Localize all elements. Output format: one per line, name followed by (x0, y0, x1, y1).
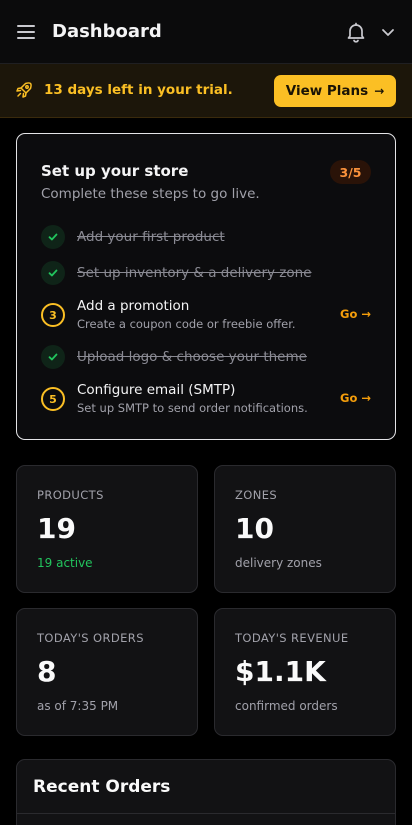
stat-note: confirmed orders (235, 699, 338, 713)
step-title: Add a promotion (77, 298, 190, 314)
check-icon (41, 225, 65, 249)
step-description: Create a coupon code or freebie offer. (77, 317, 296, 331)
stat-card-todays-orders[interactable]: TODAY'S ORDERS 8 as of 7:35 PM (16, 608, 198, 736)
setup-step[interactable]: Set up inventory & a delivery zone (41, 261, 377, 285)
recent-orders-title: Recent Orders (33, 777, 171, 797)
check-icon (41, 261, 65, 285)
chevron-down-icon[interactable] (378, 22, 398, 42)
progress-badge: 3/5 (330, 160, 371, 184)
stat-value: 8 (37, 655, 57, 688)
stat-card-zones[interactable]: ZONES 10 delivery zones (214, 465, 396, 593)
view-plans-button[interactable]: View Plans → (274, 75, 396, 107)
setup-step[interactable]: Add your first product (41, 225, 377, 249)
step-title: Upload logo & choose your theme (77, 349, 307, 365)
recent-orders-card: Recent Orders (16, 759, 396, 825)
setup-subtitle: Complete these steps to go live. (41, 186, 260, 202)
top-bar: Dashboard (0, 0, 412, 64)
step-title: Add your first product (77, 229, 225, 245)
arrow-right-icon: → (374, 84, 385, 98)
setup-step[interactable]: Upload logo & choose your theme (41, 345, 377, 369)
stat-note: delivery zones (235, 556, 322, 570)
setup-checklist-card: Set up your store Complete these steps t… (16, 133, 396, 440)
stat-card-products[interactable]: PRODUCTS 19 19 active (16, 465, 198, 593)
stat-value: $1.1K (235, 655, 326, 688)
rocket-icon (15, 81, 33, 99)
bell-icon[interactable] (344, 20, 368, 44)
step-description: Set up SMTP to send order notifications. (77, 401, 308, 415)
menu-icon[interactable] (16, 22, 38, 42)
stat-card-todays-revenue[interactable]: TODAY'S REVENUE $1.1K confirmed orders (214, 608, 396, 736)
go-link[interactable]: Go → (340, 391, 371, 405)
setup-step[interactable]: 5 Configure email (SMTP) Set up SMTP to … (41, 381, 377, 417)
go-link[interactable]: Go → (340, 307, 371, 321)
setup-step[interactable]: 3 Add a promotion Create a coupon code o… (41, 297, 377, 333)
step-title: Set up inventory & a delivery zone (77, 265, 312, 281)
step-title: Configure email (SMTP) (77, 382, 236, 398)
check-icon (41, 345, 65, 369)
stat-value: 10 (235, 512, 274, 545)
stat-label: TODAY'S ORDERS (37, 631, 144, 645)
stat-label: ZONES (235, 488, 278, 502)
trial-message: 13 days left in your trial. (44, 82, 233, 98)
stat-value: 19 (37, 512, 76, 545)
trial-banner: 13 days left in your trial. View Plans → (0, 64, 412, 118)
stat-note: 19 active (37, 556, 93, 570)
page-title: Dashboard (52, 21, 162, 42)
stat-label: PRODUCTS (37, 488, 104, 502)
stat-label: TODAY'S REVENUE (235, 631, 349, 645)
step-number: 3 (41, 303, 65, 327)
view-plans-label: View Plans (285, 83, 369, 99)
setup-title: Set up your store (41, 162, 189, 180)
step-number: 5 (41, 387, 65, 411)
stat-note: as of 7:35 PM (37, 699, 119, 713)
divider (17, 813, 395, 814)
